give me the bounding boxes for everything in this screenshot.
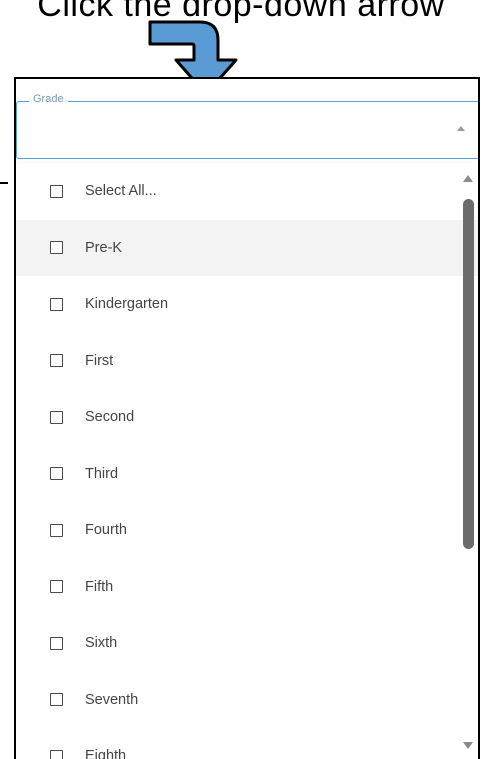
option-fourth[interactable]: Fourth bbox=[16, 502, 478, 559]
option-label: Kindergarten bbox=[85, 296, 169, 313]
checkbox[interactable] bbox=[50, 354, 63, 368]
checkbox[interactable] bbox=[50, 580, 63, 594]
option-seventh[interactable]: Seventh bbox=[16, 672, 478, 729]
option-first[interactable]: First bbox=[16, 333, 478, 390]
checkbox[interactable] bbox=[50, 749, 63, 759]
option-label: Third bbox=[85, 465, 119, 482]
checkbox[interactable] bbox=[50, 523, 63, 537]
screenshot-frame: Grade Select All... Pre-K Kindergarten Firs… bbox=[14, 77, 480, 759]
option-second[interactable]: Second bbox=[16, 389, 478, 446]
option-select-all[interactable]: Select All... bbox=[16, 163, 478, 220]
option-label: Pre-K bbox=[85, 239, 123, 256]
checkbox[interactable] bbox=[50, 297, 63, 311]
option-label: Fourth bbox=[85, 522, 127, 539]
grade-select[interactable]: Grade bbox=[16, 93, 478, 159]
option-label: First bbox=[85, 352, 114, 369]
checkbox[interactable] bbox=[50, 636, 63, 650]
option-label: Second bbox=[85, 409, 135, 426]
option-third[interactable]: Third bbox=[16, 446, 478, 503]
caret-up-icon[interactable] bbox=[457, 126, 465, 131]
option-label: Fifth bbox=[85, 578, 114, 595]
option-label: Eighth bbox=[85, 748, 127, 759]
grade-dropdown-list: Select All... Pre-K Kindergarten First Secon… bbox=[16, 163, 478, 759]
option-pre-k[interactable]: Pre-K bbox=[16, 219, 478, 276]
divider-tick bbox=[0, 182, 8, 184]
checkbox[interactable] bbox=[50, 241, 63, 255]
checkbox[interactable] bbox=[50, 467, 63, 481]
option-label: Sixth bbox=[85, 635, 118, 652]
option-kindergarten[interactable]: Kindergarten bbox=[16, 276, 478, 333]
option-fifth[interactable]: Fifth bbox=[16, 559, 478, 616]
option-sixth[interactable]: Sixth bbox=[16, 615, 478, 672]
checkbox[interactable] bbox=[50, 184, 63, 198]
grade-label: Grade bbox=[29, 93, 68, 105]
scroll-up-arrow-icon[interactable] bbox=[463, 175, 473, 182]
checkbox[interactable] bbox=[50, 410, 63, 424]
option-label: Seventh bbox=[85, 691, 139, 708]
option-eighth[interactable]: Eighth bbox=[16, 728, 478, 759]
scroll-down-arrow-icon[interactable] bbox=[463, 742, 473, 749]
checkbox[interactable] bbox=[50, 693, 63, 707]
scrollbar-thumb[interactable] bbox=[463, 199, 474, 549]
option-label: Select All... bbox=[85, 183, 157, 200]
